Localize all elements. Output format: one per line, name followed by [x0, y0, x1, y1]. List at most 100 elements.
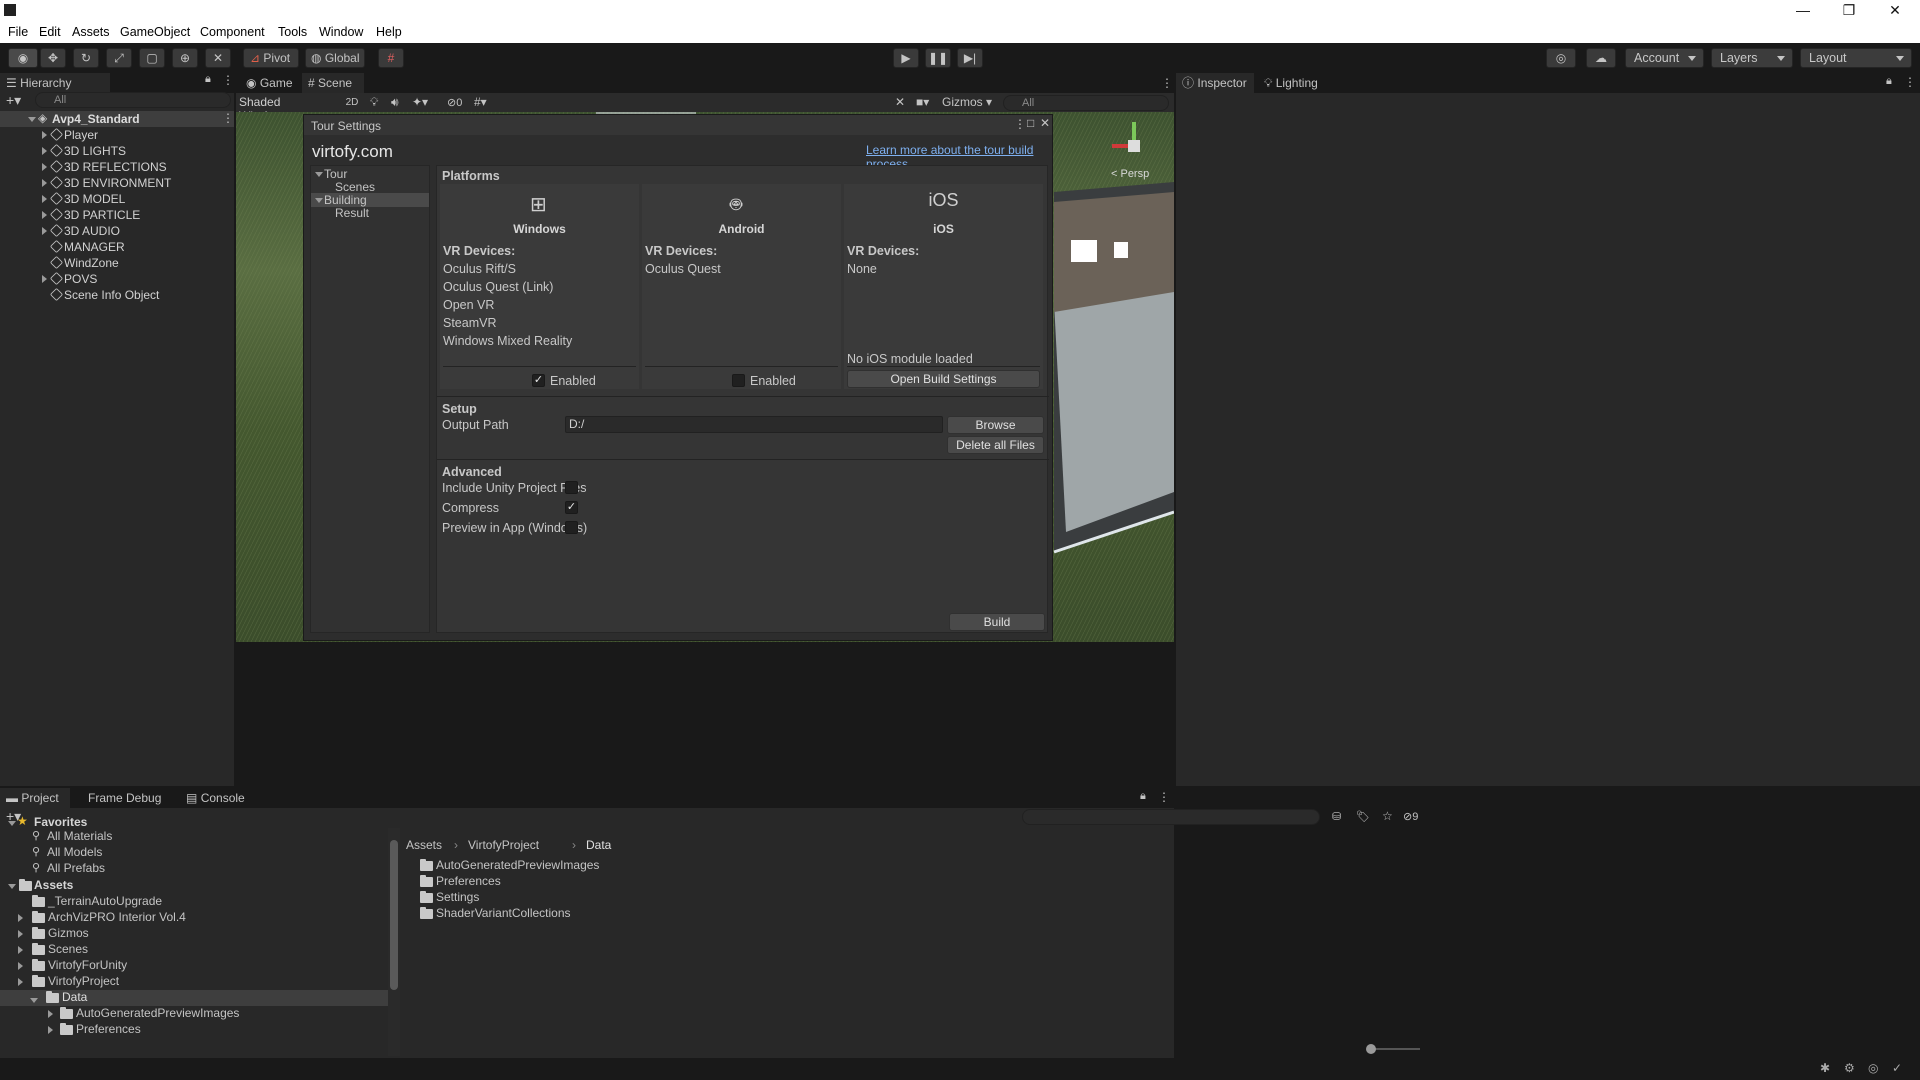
hierarchy-lock-icon[interactable]: 🔒︎ — [205, 73, 211, 86]
menu-gameobject[interactable]: GameObject — [120, 25, 190, 39]
expand-arrow-icon[interactable] — [8, 884, 16, 889]
maximize-icon[interactable]: □ — [1027, 116, 1034, 130]
expand-arrow-icon[interactable] — [42, 211, 47, 219]
tree-scrollbar-thumb[interactable] — [390, 840, 398, 990]
project-folder-item[interactable]: Preferences — [436, 874, 501, 888]
windows-enabled-checkbox[interactable]: ✓ — [532, 374, 545, 387]
expand-arrow-icon[interactable] — [18, 978, 23, 986]
menu-file[interactable]: File — [8, 25, 28, 39]
tab-inspector[interactable]: ⓘ Inspector — [1176, 73, 1254, 93]
project-folder-item[interactable]: AutoGeneratedPreviewImages — [436, 858, 599, 872]
hierarchy-item[interactable]: 3D MODEL — [0, 191, 234, 207]
project-folder-item[interactable]: Settings — [436, 890, 479, 904]
tab-lighting[interactable]: 💡︎ Lighting — [1258, 73, 1336, 93]
favorites-label[interactable]: Favorites — [34, 815, 87, 829]
tab-hierarchy[interactable]: ☰ Hierarchy — [0, 73, 110, 93]
gizmo-center[interactable] — [1128, 140, 1140, 152]
scene-search-input[interactable]: All — [1003, 95, 1169, 111]
custom-tool-button[interactable]: ✕ — [205, 48, 231, 68]
menu-component[interactable]: Component — [200, 25, 265, 39]
menu-assets[interactable]: Assets — [72, 25, 110, 39]
hierarchy-menu-icon[interactable]: ⋮ — [222, 73, 234, 87]
expand-arrow-icon[interactable] — [42, 195, 47, 203]
build-button[interactable]: Build — [949, 613, 1045, 631]
hidden-objects-toggle[interactable]: ⊘0 — [447, 96, 462, 109]
close-window-button[interactable]: ✕ — [1872, 0, 1918, 22]
project-search-input[interactable] — [1022, 809, 1320, 825]
delete-all-files-button[interactable]: Delete all Files — [947, 436, 1044, 454]
scene-row[interactable]: ◈ Avp4_Standard ⋮ — [0, 111, 234, 127]
browse-button[interactable]: Browse — [947, 416, 1044, 434]
layers-dropdown[interactable]: Layers — [1711, 48, 1793, 68]
restore-button[interactable]: ❐ — [1826, 0, 1872, 22]
scale-tool-button[interactable]: ⤢ — [106, 48, 132, 68]
filter-type-icon[interactable]: ⛁ — [1332, 810, 1341, 823]
nav-result[interactable]: Result — [335, 206, 369, 220]
play-button[interactable]: ▶ — [893, 48, 919, 68]
view-tool-button[interactable]: ◉ — [8, 48, 38, 68]
tab-project[interactable]: ▬ Project — [0, 788, 70, 808]
nav-building[interactable]: Building — [324, 193, 367, 207]
expand-arrow-icon[interactable] — [48, 1010, 53, 1018]
profile-icon[interactable]: ◎ — [1868, 1061, 1878, 1075]
global-toggle[interactable]: ◍ Global — [305, 48, 365, 68]
tools-toggle-icon[interactable]: ✕ — [895, 95, 905, 109]
gizmos-dropdown[interactable]: Gizmos ▾ — [942, 95, 998, 109]
expand-arrow-icon[interactable] — [18, 914, 23, 922]
nav-tour[interactable]: Tour — [324, 167, 347, 181]
snap-grid-button[interactable]: # — [378, 48, 404, 68]
bug-icon[interactable]: ✱ — [1820, 1061, 1830, 1075]
step-button[interactable]: ▶| — [957, 48, 983, 68]
assets-label[interactable]: Assets — [34, 878, 73, 892]
tour-expand-arrow[interactable] — [315, 172, 323, 177]
building-expand-arrow[interactable] — [315, 198, 323, 203]
hidden-packages-toggle[interactable]: ⊘9 — [1403, 810, 1418, 823]
hierarchy-item[interactable]: POVS — [0, 271, 234, 287]
settings-icon[interactable]: ⚙ — [1844, 1061, 1855, 1075]
expand-arrow-icon[interactable] — [18, 930, 23, 938]
breadcrumb-item[interactable]: VirtofyProject — [468, 838, 539, 852]
data-folder-label[interactable]: Data — [62, 990, 87, 1004]
move-tool-button[interactable]: ✥ — [40, 48, 66, 68]
asset-folder[interactable]: VirtofyProject — [48, 974, 119, 988]
pivot-toggle[interactable]: ⊿ Pivot — [243, 48, 299, 68]
breadcrumb-item[interactable]: Assets — [406, 838, 442, 852]
hierarchy-item[interactable]: 3D ENVIRONMENT — [0, 175, 234, 191]
collab-button[interactable]: ◎ — [1546, 48, 1576, 68]
menu-edit[interactable]: Edit — [39, 25, 61, 39]
asset-folder[interactable]: Gizmos — [48, 926, 89, 940]
tab-console[interactable]: ▤ Console — [180, 788, 252, 808]
rotate-tool-button[interactable]: ↻ — [73, 48, 99, 68]
favorite-item[interactable]: All Models — [47, 845, 102, 859]
data-subfolder[interactable]: AutoGeneratedPreviewImages — [76, 1006, 239, 1020]
expand-arrow-icon[interactable] — [48, 1026, 53, 1034]
add-object-button[interactable]: +▾ — [6, 92, 21, 109]
asset-folder[interactable]: VirtofyForUnity — [48, 958, 127, 972]
account-dropdown[interactable]: Account — [1625, 48, 1704, 68]
rect-tool-button[interactable]: ▢ — [139, 48, 165, 68]
hierarchy-item[interactable]: 3D AUDIO — [0, 223, 234, 239]
tab-frame-debug[interactable]: Frame Debug — [82, 788, 168, 808]
cloud-button[interactable]: ☁ — [1586, 48, 1616, 68]
tab-game[interactable]: ◉ Game — [240, 73, 300, 93]
asset-folder[interactable]: Scenes — [48, 942, 88, 956]
preview-in-app-checkbox[interactable] — [565, 521, 578, 534]
transform-tool-button[interactable]: ⊕ — [172, 48, 198, 68]
scene-menu-icon[interactable]: ⋮ — [1161, 76, 1173, 90]
layout-dropdown[interactable]: Layout — [1800, 48, 1912, 68]
perspective-label[interactable]: < Persp — [1111, 168, 1149, 180]
expand-arrow-icon[interactable] — [42, 131, 47, 139]
asset-folder[interactable]: _TerrainAutoUpgrade — [48, 894, 162, 908]
include-project-files-checkbox[interactable] — [565, 481, 578, 494]
filter-label-icon[interactable]: 🏷︎ — [1356, 810, 1370, 823]
audio-toggle-icon[interactable]: 🔊︎ — [391, 95, 399, 110]
menu-help[interactable]: Help — [376, 25, 402, 39]
breadcrumb-item[interactable]: Data — [586, 838, 611, 852]
zoom-slider[interactable] — [1370, 1048, 1420, 1050]
tab-scene[interactable]: # Scene — [302, 73, 364, 93]
hierarchy-item[interactable]: 3D LIGHTS — [0, 143, 234, 159]
nav-scenes[interactable]: Scenes — [335, 180, 375, 194]
gizmo-y-axis[interactable] — [1132, 122, 1136, 140]
project-folder-item[interactable]: ShaderVariantCollections — [436, 906, 571, 920]
expand-arrow-icon[interactable] — [8, 821, 16, 826]
